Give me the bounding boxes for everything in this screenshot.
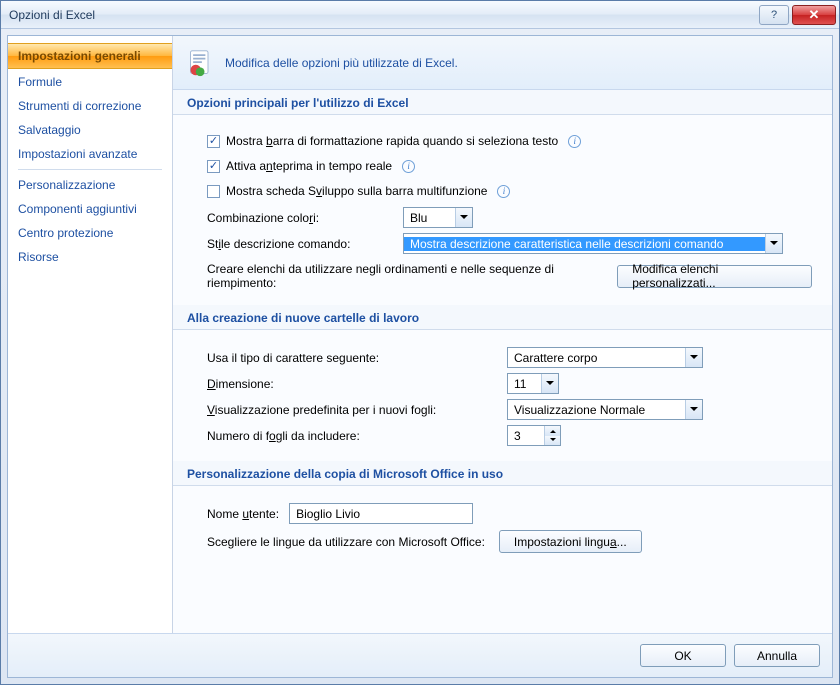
font-label: Usa il tipo di carattere seguente: xyxy=(207,351,507,365)
font-dropdown[interactable]: Carattere corpo xyxy=(507,347,703,368)
custom-lists-label: Creare elenchi da utilizzare negli ordin… xyxy=(207,262,607,290)
edit-custom-lists-button[interactable]: Modifica elenchi personalizzati... xyxy=(617,265,812,288)
section-body-new-workbooks: Usa il tipo di carattere seguente: Carat… xyxy=(173,338,832,461)
section-title-general: Opzioni principali per l'utilizzo di Exc… xyxy=(173,90,832,115)
spinner-down-icon[interactable] xyxy=(545,436,560,446)
main-panel: Modifica delle opzioni più utilizzate di… xyxy=(173,36,832,633)
font-row: Usa il tipo di carattere seguente: Carat… xyxy=(207,347,812,368)
default-view-row: Visualizzazione predefinita per i nuovi … xyxy=(207,399,812,420)
sidebar: Impostazioni generali Formule Strumenti … xyxy=(8,36,173,633)
sidebar-separator xyxy=(18,169,162,170)
screentip-row: Stile descrizione comando: Mostra descri… xyxy=(207,233,812,254)
dialog-body: Impostazioni generali Formule Strumenti … xyxy=(8,36,832,633)
checkbox-label: Mostra barra di formattazione rapida qua… xyxy=(226,134,558,148)
window-title: Opzioni di Excel xyxy=(9,8,759,22)
banner: Modifica delle opzioni più utilizzate di… xyxy=(173,36,832,90)
default-view-dropdown[interactable]: Visualizzazione Normale xyxy=(507,399,703,420)
sidebar-item-customize[interactable]: Personalizzazione xyxy=(8,173,172,197)
checkbox-live-preview[interactable]: Attiva anteprima in tempo reale i xyxy=(207,155,812,177)
client-area: Impostazioni generali Formule Strumenti … xyxy=(7,35,833,678)
sidebar-item-addins[interactable]: Componenti aggiuntivi xyxy=(8,197,172,221)
dropdown-value: Carattere corpo xyxy=(508,351,685,365)
username-label: Nome utente: xyxy=(207,507,279,521)
checkbox-developer-tab[interactable]: Mostra scheda Sviluppo sulla barra multi… xyxy=(207,180,812,202)
section-body-personalize: Nome utente: Bioglio Livio Scegliere le … xyxy=(173,494,832,568)
sidebar-item-formulas[interactable]: Formule xyxy=(8,70,172,94)
username-input[interactable]: Bioglio Livio xyxy=(289,503,473,524)
sidebar-item-trustcenter[interactable]: Centro protezione xyxy=(8,221,172,245)
color-scheme-label: Combinazione colori: xyxy=(207,211,403,225)
spinner-value: 3 xyxy=(508,426,544,445)
screentip-label: Stile descrizione comando: xyxy=(207,237,403,251)
font-size-dropdown[interactable]: 11 xyxy=(507,373,559,394)
sheet-count-spinner[interactable]: 3 xyxy=(507,425,561,446)
section-title-new-workbooks: Alla creazione di nuove cartelle di lavo… xyxy=(173,305,832,330)
sidebar-item-general[interactable]: Impostazioni generali xyxy=(8,43,172,69)
checkbox-mini-toolbar[interactable]: Mostra barra di formattazione rapida qua… xyxy=(207,130,812,152)
color-scheme-row: Combinazione colori: Blu xyxy=(207,207,812,228)
titlebar-buttons: ? ✕ xyxy=(759,5,839,25)
sidebar-item-resources[interactable]: Risorse xyxy=(8,245,172,269)
username-row: Nome utente: Bioglio Livio xyxy=(207,503,812,524)
font-size-label: Dimensione: xyxy=(207,377,507,391)
chevron-down-icon xyxy=(455,208,472,227)
language-row: Scegliere le lingue da utilizzare con Mi… xyxy=(207,530,812,553)
language-settings-button[interactable]: Impostazioni lingua... xyxy=(499,530,642,553)
checkbox-icon xyxy=(207,185,220,198)
chevron-down-icon xyxy=(541,374,558,393)
sheet-count-row: Numero di fogli da includere: 3 xyxy=(207,425,812,446)
close-button[interactable]: ✕ xyxy=(792,5,836,25)
dropdown-value: Blu xyxy=(404,211,455,225)
info-icon[interactable]: i xyxy=(568,135,581,148)
checkbox-label: Mostra scheda Sviluppo sulla barra multi… xyxy=(226,184,487,198)
chevron-down-icon xyxy=(765,234,782,253)
screentip-dropdown[interactable]: Mostra descrizione caratteristica nelle … xyxy=(403,233,783,254)
checkbox-label: Attiva anteprima in tempo reale xyxy=(226,159,392,173)
color-scheme-dropdown[interactable]: Blu xyxy=(403,207,473,228)
chevron-down-icon xyxy=(685,348,702,367)
dropdown-value: 11 xyxy=(508,377,541,391)
info-icon[interactable]: i xyxy=(497,185,510,198)
language-label: Scegliere le lingue da utilizzare con Mi… xyxy=(207,535,485,549)
section-body-general: Mostra barra di formattazione rapida qua… xyxy=(173,123,832,305)
sheet-count-label: Numero di fogli da includere: xyxy=(207,429,507,443)
chevron-down-icon xyxy=(685,400,702,419)
dropdown-value: Mostra descrizione caratteristica nelle … xyxy=(404,237,765,251)
sidebar-item-save[interactable]: Salvataggio xyxy=(8,118,172,142)
banner-text: Modifica delle opzioni più utilizzate di… xyxy=(225,56,458,70)
titlebar: Opzioni di Excel ? ✕ xyxy=(1,1,839,29)
cancel-button[interactable]: Annulla xyxy=(734,644,820,667)
dropdown-value: Visualizzazione Normale xyxy=(508,403,685,417)
checkbox-icon xyxy=(207,135,220,148)
spinner-buttons xyxy=(544,426,560,445)
default-view-label: Visualizzazione predefinita per i nuovi … xyxy=(207,403,507,417)
custom-lists-row: Creare elenchi da utilizzare negli ordin… xyxy=(207,262,812,290)
settings-icon xyxy=(187,49,215,77)
help-button[interactable]: ? xyxy=(759,5,789,25)
sidebar-item-advanced[interactable]: Impostazioni avanzate xyxy=(8,142,172,166)
window: Opzioni di Excel ? ✕ Impostazioni genera… xyxy=(0,0,840,685)
checkbox-icon xyxy=(207,160,220,173)
input-value: Bioglio Livio xyxy=(296,507,360,521)
info-icon[interactable]: i xyxy=(402,160,415,173)
font-size-row: Dimensione: 11 xyxy=(207,373,812,394)
sidebar-item-proofing[interactable]: Strumenti di correzione xyxy=(8,94,172,118)
section-title-personalize: Personalizzazione della copia di Microso… xyxy=(173,461,832,486)
ok-button[interactable]: OK xyxy=(640,644,726,667)
spinner-up-icon[interactable] xyxy=(545,426,560,436)
dialog-footer: OK Annulla xyxy=(8,633,832,677)
